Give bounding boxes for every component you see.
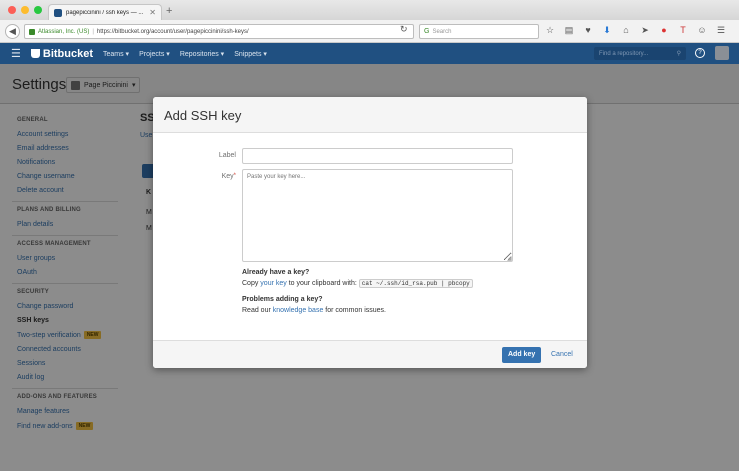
read-suffix: for common issues. [323, 307, 386, 314]
user-avatar[interactable] [715, 46, 729, 60]
reload-icon[interactable]: ↻ [400, 24, 408, 35]
close-window-button[interactable] [8, 6, 16, 14]
nav-snippets[interactable]: Snippets ▾ [234, 50, 267, 58]
kb-instructions: Read our knowledge base for common issue… [242, 305, 562, 316]
search-engine-icon: G [424, 28, 430, 35]
nav-teams[interactable]: Teams ▾ [103, 50, 129, 58]
resize-handle-icon[interactable]: ◢ [507, 255, 512, 262]
required-marker: * [233, 173, 236, 179]
your-key-link[interactable]: your key [260, 280, 286, 287]
download-icon[interactable]: ⬇ [602, 25, 612, 36]
label-input[interactable] [242, 148, 513, 164]
copy-suffix: to your clipboard with: [286, 280, 359, 287]
add-key-button[interactable]: Add key [502, 347, 542, 363]
bucket-icon [30, 49, 40, 58]
cancel-button[interactable]: Cancel [551, 351, 573, 358]
reading-list-icon[interactable]: ▤ [564, 25, 574, 36]
bookmark-star-icon[interactable]: ☆ [545, 25, 555, 36]
bitbucket-logo[interactable]: Bitbucket [30, 47, 93, 60]
copy-command: cat ~/.ssh/id_rsa.pub | pbcopy [358, 279, 473, 288]
nav-projects[interactable]: Projects ▾ [139, 50, 170, 58]
key-field-label: Key* [176, 173, 236, 180]
adblock-icon[interactable]: ● [659, 25, 669, 36]
close-tab-icon[interactable]: ✕ [149, 8, 156, 17]
help-text: Already have a key? Copy your key to you… [242, 267, 562, 316]
toolbar-icons: ☆ ▤ ♥ ⬇ ⌂ ➤ ● T ☺ ☰ [545, 25, 726, 36]
read-prefix: Read our [242, 307, 273, 314]
tab-title: pagepiccinini / ssh keys — ... [66, 9, 144, 16]
browser-toolbar: ◀ Atlassian, Inc. (US) | https://bitbuck… [0, 20, 739, 43]
hamburger-menu-icon[interactable]: ☰ [716, 25, 726, 36]
app-menu-icon[interactable]: ☰ [11, 47, 21, 60]
search-placeholder: Search [432, 28, 452, 35]
minimize-window-button[interactable] [21, 6, 29, 14]
add-ssh-key-dialog: Add SSH key Label Key* ◢ Already have a … [153, 97, 587, 368]
home-icon[interactable]: ⌂ [621, 25, 631, 36]
knowledge-base-link[interactable]: knowledge base [273, 307, 324, 314]
key-label-text: Key [221, 173, 234, 180]
copy-prefix: Copy [242, 280, 261, 287]
new-tab-icon[interactable]: + [166, 5, 172, 17]
dialog-title: Add SSH key [153, 97, 587, 133]
url-bar[interactable]: Atlassian, Inc. (US) | https://bitbucket… [24, 24, 414, 39]
top-nav: Teams ▾ Projects ▾ Repositories ▾ Snippe… [103, 50, 267, 58]
chat-extension-icon[interactable]: ☺ [697, 25, 707, 36]
browser-tab[interactable]: pagepiccinini / ssh keys — ... ✕ [48, 4, 162, 20]
browser-titlebar: pagepiccinini / ssh keys — ... ✕ + [0, 0, 739, 20]
problems-heading: Problems adding a key? [242, 296, 323, 303]
dialog-footer: Add key Cancel [153, 340, 587, 368]
key-textarea[interactable] [242, 169, 513, 262]
url-text: https://bitbucket.org/account/user/pagep… [96, 28, 249, 35]
font-extension-icon[interactable]: T [678, 25, 688, 36]
maximize-window-button[interactable] [34, 6, 42, 14]
browser-search-input[interactable]: G Search [419, 24, 539, 39]
search-icon: ⚲ [676, 51, 681, 57]
copy-instructions: Copy your key to your clipboard with: ca… [242, 278, 562, 289]
url-organization: Atlassian, Inc. (US) [38, 28, 90, 35]
bitbucket-header: ☰ Bitbucket Teams ▾ Projects ▾ Repositor… [0, 43, 739, 64]
lock-icon [29, 28, 35, 35]
url-separator: | [92, 28, 94, 35]
have-key-heading: Already have a key? [242, 269, 310, 276]
nav-repositories[interactable]: Repositories ▾ [180, 50, 224, 58]
logo-text: Bitbucket [42, 47, 93, 60]
pocket-icon[interactable]: ♥ [583, 25, 593, 36]
bitbucket-favicon-icon [54, 8, 62, 17]
find-repository-placeholder: Find a repository... [599, 50, 649, 57]
send-icon[interactable]: ➤ [640, 25, 650, 36]
back-icon[interactable]: ◀ [5, 24, 20, 39]
find-repository-input[interactable]: Find a repository... ⚲ [594, 47, 686, 60]
help-icon[interactable]: ? [695, 48, 705, 58]
label-field-label: Label [218, 152, 236, 159]
